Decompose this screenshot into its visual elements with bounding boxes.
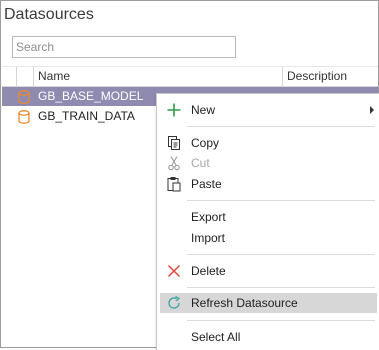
datasources-panel: Datasources Name Description GB_BASE_MOD… [0, 0, 379, 350]
menu-item-label: Export [191, 210, 226, 224]
menu-item-import[interactable]: Import [160, 228, 377, 248]
menu-separator [187, 287, 375, 288]
menu-item-label: Select All [191, 330, 241, 344]
menu-item-label: New [191, 103, 216, 117]
menu-item-copy[interactable]: Copy [160, 133, 377, 153]
column-header-description[interactable]: Description [282, 67, 379, 86]
scissors-icon [168, 156, 180, 171]
context-menu: New Copy Cut Paste Export Import Delete … [156, 93, 379, 350]
menu-item-delete[interactable]: Delete [160, 261, 377, 281]
menu-separator [187, 200, 375, 201]
row-name: GB_BASE_MODEL [38, 89, 144, 103]
menu-item-refresh-datasource[interactable]: Refresh Datasource [160, 293, 377, 313]
menu-separator [187, 320, 375, 321]
database-icon [18, 90, 30, 104]
copy-icon [168, 136, 180, 150]
refresh-icon [168, 295, 181, 309]
paste-icon [167, 177, 181, 192]
menu-item-label: Copy [191, 136, 220, 150]
menu-item-paste[interactable]: Paste [160, 174, 377, 194]
column-header-name[interactable]: Name [33, 67, 286, 86]
plus-icon [167, 103, 181, 117]
menu-separator [187, 126, 375, 127]
menu-item-select-all[interactable]: Select All [160, 327, 377, 347]
row-name: GB_TRAIN_DATA [38, 109, 135, 123]
menu-item-label: Refresh Datasource [191, 296, 298, 310]
menu-item-label: Paste [191, 177, 222, 191]
menu-item-export[interactable]: Export [160, 207, 377, 227]
search-input[interactable] [13, 37, 235, 57]
menu-item-label: Cut [191, 156, 210, 170]
search-box[interactable] [12, 36, 236, 58]
submenu-arrow-icon [370, 106, 374, 114]
panel-title: Datasources [4, 6, 94, 23]
delete-x-icon [167, 264, 181, 278]
menu-item-new[interactable]: New [160, 100, 377, 120]
menu-separator [187, 254, 375, 255]
header-icon-column [16, 67, 33, 86]
menu-item-cut[interactable]: Cut [160, 153, 377, 173]
menu-item-label: Delete [191, 264, 226, 278]
database-icon [18, 110, 30, 124]
menu-item-label: Import [191, 231, 226, 245]
grid-header: Name Description [2, 66, 378, 87]
